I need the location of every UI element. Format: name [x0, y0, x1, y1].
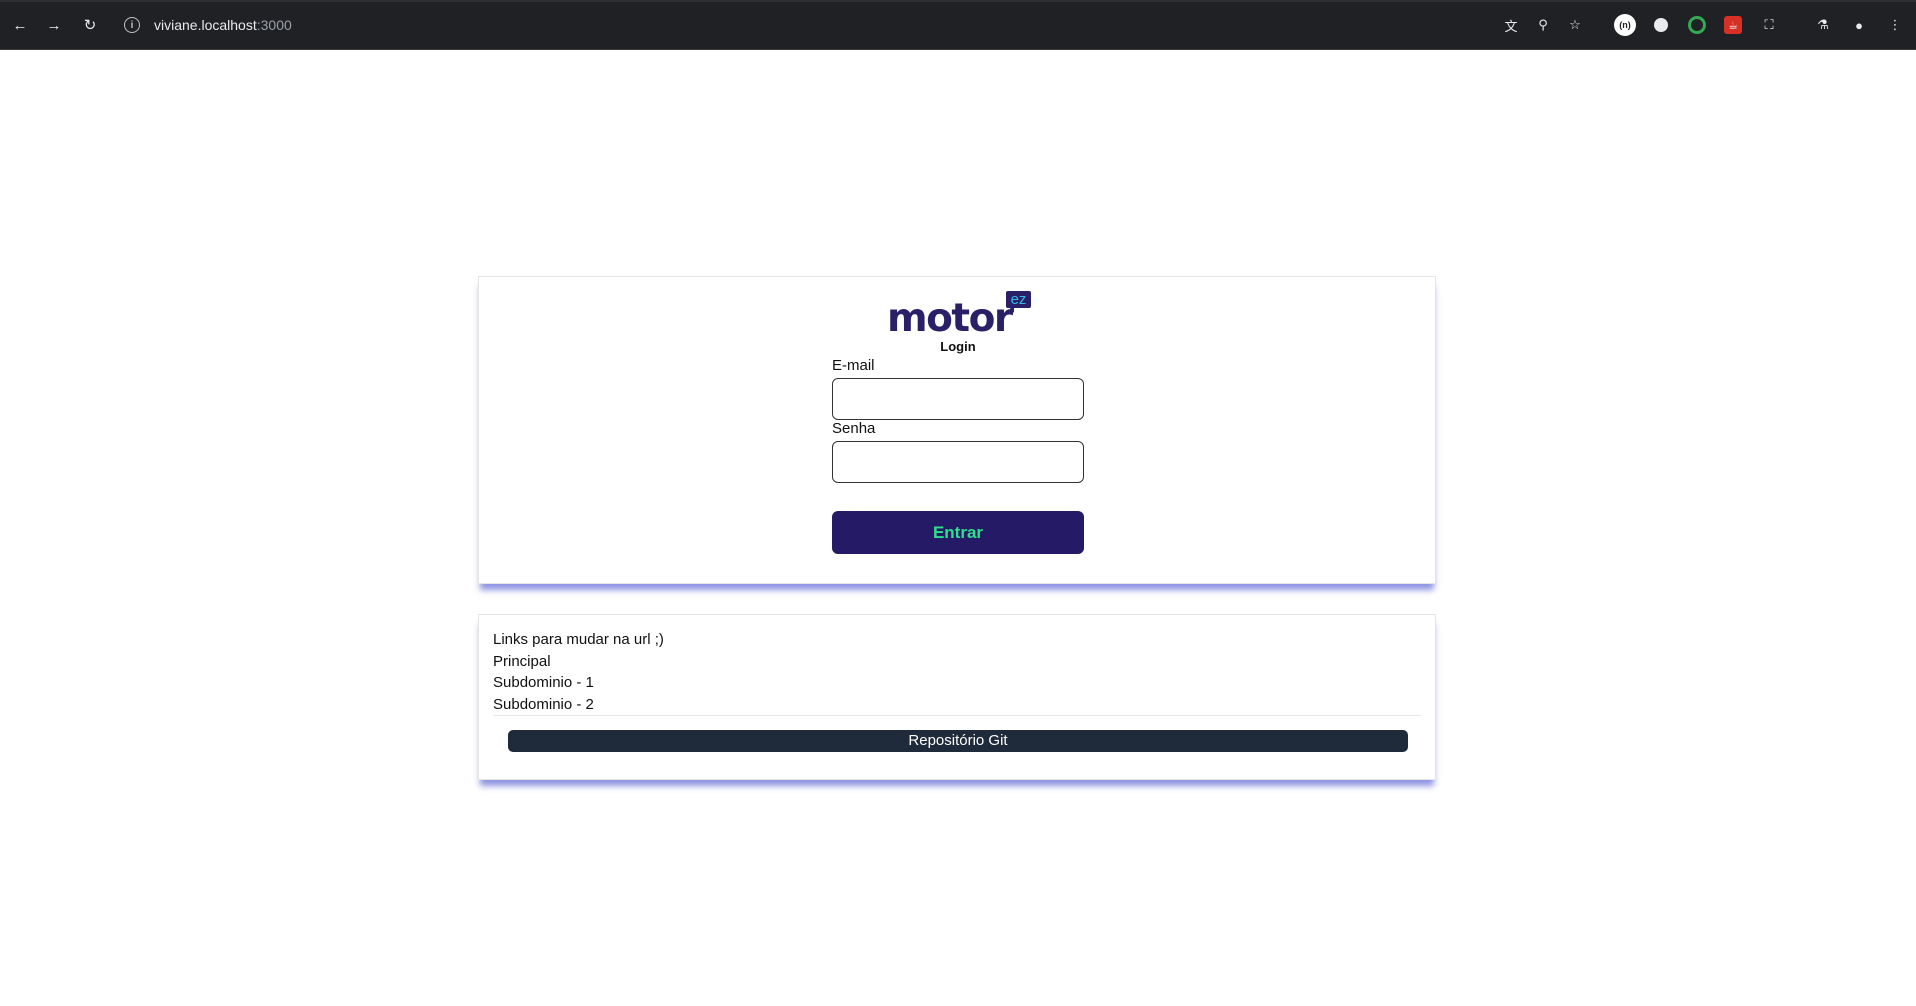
- url-host: viviane.localhost: [154, 17, 257, 33]
- address-bar[interactable]: i viviane.localhost:3000: [124, 12, 292, 38]
- translate-icon[interactable]: 文: [1500, 14, 1522, 36]
- link-subdominio-2[interactable]: Subdominio - 2: [493, 696, 594, 713]
- email-label: E-mail: [832, 357, 875, 374]
- login-card: motor ez Login E-mail Senha Entrar: [478, 276, 1436, 584]
- browser-toolbar: ← → ↻ i viviane.localhost:3000 文 ⚲ ☆ (n)…: [0, 0, 1916, 50]
- extension-badge-icon[interactable]: (n): [1614, 14, 1636, 36]
- link-principal[interactable]: Principal: [493, 653, 551, 670]
- labs-flask-icon[interactable]: ⚗: [1812, 14, 1834, 36]
- site-info-icon[interactable]: i: [124, 17, 140, 33]
- links-title: Links para mudar na url ;): [493, 631, 664, 648]
- git-repository-button[interactable]: Repositório Git: [508, 730, 1408, 752]
- divider: [493, 715, 1421, 716]
- password-label: Senha: [832, 420, 876, 437]
- link-subdominio-1[interactable]: Subdominio - 1: [493, 674, 594, 691]
- extension-red-icon[interactable]: ☕: [1724, 16, 1742, 34]
- motor-ez-logo: motor ez: [885, 289, 1035, 339]
- profile-icon[interactable]: ●: [1848, 14, 1870, 36]
- login-title: Login: [940, 339, 976, 354]
- extension-circle-icon[interactable]: [1650, 14, 1672, 36]
- tab-strip-edge: [0, 0, 1916, 2]
- logo-badge: ez: [1006, 291, 1031, 313]
- extensions-puzzle-icon[interactable]: ⛶: [1758, 14, 1780, 36]
- forward-icon[interactable]: →: [42, 13, 66, 37]
- menu-kebab-icon[interactable]: ⋮: [1884, 14, 1906, 36]
- email-field[interactable]: [832, 378, 1084, 420]
- reload-icon[interactable]: ↻: [78, 13, 102, 37]
- links-card: Links para mudar na url ;) Principal Sub…: [478, 614, 1436, 780]
- password-field[interactable]: [832, 441, 1084, 483]
- back-icon[interactable]: ←: [8, 13, 32, 37]
- url-port: :3000: [256, 17, 292, 33]
- bookmark-star-icon[interactable]: ☆: [1564, 14, 1586, 36]
- zoom-icon[interactable]: ⚲: [1532, 14, 1554, 36]
- logo-wordmark: motor: [887, 296, 1013, 341]
- extension-green-icon[interactable]: [1686, 14, 1708, 36]
- login-submit-button[interactable]: Entrar: [832, 511, 1084, 554]
